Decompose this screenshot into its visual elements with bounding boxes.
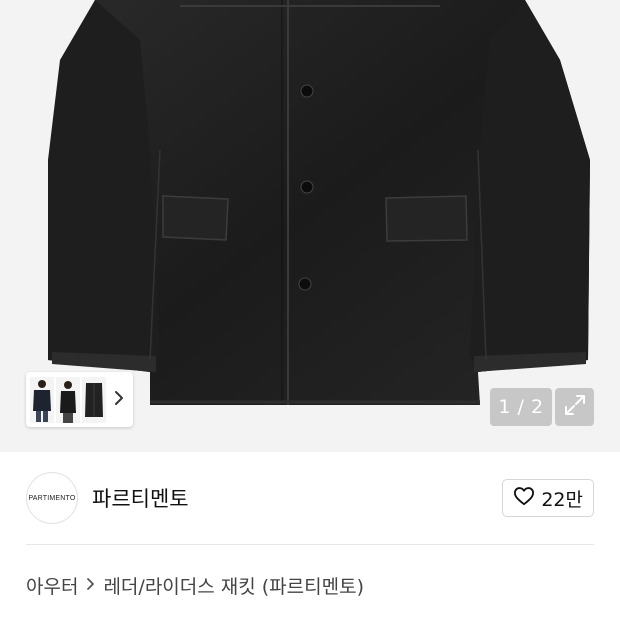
- thumbnail-strip[interactable]: [26, 372, 133, 427]
- shop-info: PARTIMENTO 파르티멘토 22만: [26, 472, 594, 524]
- thumbnail-model-side[interactable]: [56, 376, 80, 423]
- thumbnail-model-front[interactable]: [30, 376, 54, 423]
- like-button[interactable]: 22만: [502, 479, 594, 517]
- breadcrumb-item-outer[interactable]: 아우터: [26, 572, 78, 599]
- chevron-right-icon[interactable]: [114, 390, 124, 410]
- breadcrumb-item-category[interactable]: 레더/라이더스 재킷 (파르티멘토): [103, 572, 364, 599]
- shop-logo[interactable]: PARTIMENTO: [26, 472, 78, 524]
- shop-logo-text: PARTIMENTO: [28, 494, 76, 502]
- chevron-right-icon: [86, 574, 95, 596]
- thumbnail-product[interactable]: [82, 376, 106, 423]
- image-counter: 1 / 2: [490, 388, 552, 426]
- shop-name[interactable]: 파르티멘토: [92, 483, 189, 513]
- divider: [26, 544, 594, 545]
- heart-icon: [513, 486, 535, 510]
- product-image-gallery[interactable]: 1 / 2: [0, 0, 620, 452]
- breadcrumb: 아우터 레더/라이더스 재킷 (파르티멘토): [26, 570, 364, 600]
- expand-icon: [563, 393, 587, 421]
- like-count: 22만: [541, 488, 583, 511]
- fullscreen-button[interactable]: [555, 388, 594, 426]
- thumbnail-list: [30, 376, 106, 423]
